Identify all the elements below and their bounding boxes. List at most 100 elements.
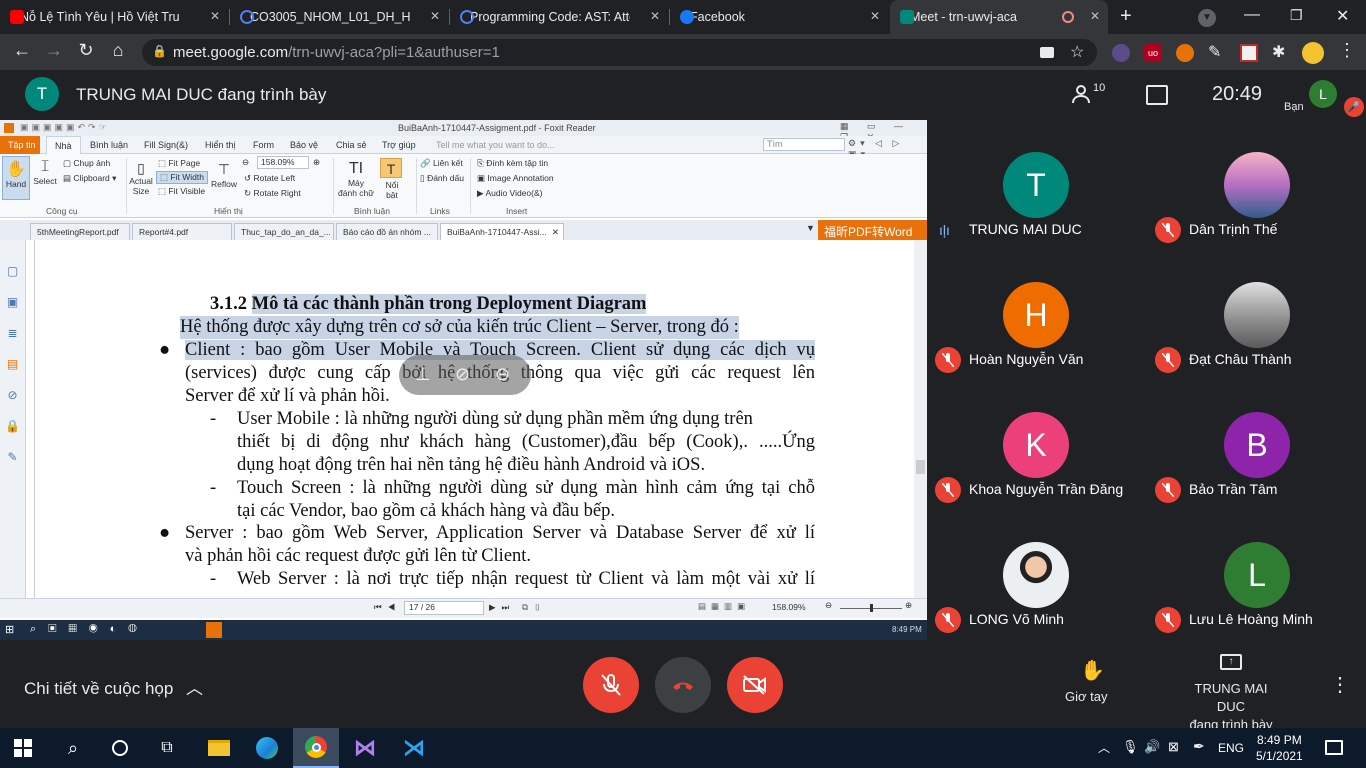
snapshot-button[interactable]: ▢ Chụp ảnh [63,158,110,169]
pdf-page[interactable]: 3.1.2 Mô tả các thành phần trong Deploym… [34,240,912,600]
notifications-icon[interactable] [1325,740,1343,755]
doc-tab[interactable]: Thuc_tap_do_an_da_... [234,223,334,240]
profile-avatar[interactable] [1302,42,1324,64]
doc-tab[interactable]: Báo cáo đồ án nhóm ... [336,223,438,240]
tray-chevron-icon[interactable]: ︿ [1098,739,1110,756]
doc-tab-active[interactable]: BuiBaAnh-1710447-Assi... ✕ [440,223,564,240]
page-thumbnail-icon[interactable]: ▢ [0,256,25,287]
system-clock[interactable]: 8:49 PM 5/1/2021 [1256,732,1303,764]
forward-icon[interactable]: → [42,40,66,61]
close-icon[interactable]: ✕ [430,9,440,23]
promo-pdf-to-word[interactable]: 福昕PDF转Word [818,220,927,240]
extension-icon[interactable] [1112,44,1130,62]
window-close-icon[interactable]: ✕ [1336,6,1349,26]
menu-home[interactable]: Nhà [46,136,81,154]
raise-hand-label[interactable]: Giơ tay [1065,689,1107,704]
menu-view[interactable]: Hiển thị [205,140,236,150]
zoom-input[interactable]: 158.09% [257,156,309,169]
link-button[interactable]: 🔗 Liên kết [420,158,463,169]
camera-toggle-button[interactable] [727,657,783,713]
microphone-tray-icon[interactable]: 🎙 [1122,739,1139,755]
clipboard-button[interactable]: ▤ Clipboard ▾ [63,173,116,184]
reflow-button[interactable]: ⊤ Reflow [210,160,238,190]
zoom-out-icon[interactable]: ⊖ [242,157,254,168]
new-tab-icon[interactable]: + [1120,5,1132,28]
attach-file-button[interactable]: ⎘ Đính kèm tập tin [477,158,548,169]
presenting-button[interactable]: TRUNG MAI DUC đang trình bày [1180,680,1282,734]
mic-toggle-button[interactable] [583,657,639,713]
tabs-dropdown-icon[interactable]: ▼ [806,223,815,233]
self-avatar[interactable]: L [1309,80,1337,108]
back-icon[interactable]: ← [10,40,34,61]
zoom-in-icon[interactable]: ⊕ [905,600,912,611]
menu-kebab-icon[interactable]: ⋮ [1338,40,1356,61]
cortana-icon[interactable] [97,728,143,768]
search-icon[interactable]: ⌕ [50,728,96,768]
actual-size-button[interactable]: ▯ Actual Size [128,160,154,196]
bookmark-button[interactable]: ▯ Đánh dấu [420,173,464,184]
view-mode-icons[interactable]: ⧉▯ [522,602,547,613]
menu-form[interactable]: Form [253,140,274,150]
restore-icon[interactable]: ❐ [1290,7,1303,24]
menu-protect[interactable]: Bảo vệ [290,140,318,150]
page-nav-first-prev[interactable]: ⏮◀ [374,602,401,613]
comments-panel-icon[interactable]: ▤ [0,349,25,380]
signatures-icon[interactable]: ✎ [0,442,25,473]
tab-search-icon[interactable]: ▼ [1198,9,1216,27]
fit-page-button[interactable]: ⬚ Fit Page [158,158,200,169]
scrollbar-thumb[interactable] [916,460,925,474]
layers-icon[interactable]: ≣ [0,318,25,349]
chrome-icon[interactable] [293,728,339,768]
raise-hand-icon[interactable]: ✋ [1080,658,1105,683]
extensions-puzzle-icon[interactable]: ✱ [1272,42,1285,62]
chat-icon[interactable] [1146,85,1168,105]
browser-tab-course[interactable]: CO3005_NHOM_L01_DH_HK202 ✕ [230,0,448,34]
fit-visible-button[interactable]: ⬚ Fit Visible [158,186,205,197]
close-icon[interactable]: ✕ [210,9,220,23]
close-icon[interactable]: ✕ [1090,9,1100,23]
rotate-right-button[interactable]: ↻ Rotate Right [244,188,301,199]
more-options-icon[interactable]: ⋮ [1330,672,1350,697]
security-lock-icon[interactable]: 🔒 [0,411,25,442]
language-indicator[interactable]: ENG [1218,741,1244,755]
rotate-left-button[interactable]: ↺ Rotate Left [244,173,295,184]
meeting-details-button[interactable]: Chi tiết về cuộc họp ︿ [24,674,203,699]
doc-tab[interactable]: Report#4.pdf [132,223,232,240]
audio-video-button[interactable]: ▶ Audio Video(&) [477,188,542,199]
visual-studio-icon[interactable]: ⋈ [342,728,388,768]
zoom-out-icon[interactable]: ⊖ [825,600,832,611]
bookmark-star-icon[interactable]: ☆ [1070,42,1084,62]
pen-extension-icon[interactable]: ✎ [1208,42,1221,62]
layout-icons[interactable]: ▤▦▥▣ [698,601,750,612]
menu-share[interactable]: Chia sẻ [336,140,367,150]
image-annotation-button[interactable]: ▣ Image Annotation [477,173,554,184]
close-icon[interactable]: ✕ [650,9,660,23]
mute-icon[interactable]: ⊘ [455,363,470,386]
close-icon[interactable]: ✕ [870,9,880,23]
hand-tool-button[interactable]: ✋ Hand [2,156,30,200]
zoom-in-icon[interactable]: ⊕ [313,157,320,168]
menu-file[interactable]: Tập tin [0,136,40,154]
pdf-scrollbar[interactable] [914,240,927,600]
minus-icon[interactable]: ⊖ [495,363,510,386]
network-icon[interactable]: ⊠ [1168,739,1179,755]
present-screen-icon[interactable]: ↑ [1220,654,1242,670]
attachments-panel-icon[interactable]: ⊘ [0,380,25,411]
select-tool-button[interactable]: 𝙸 Select [32,156,58,186]
reload-icon[interactable]: ↻ [74,40,98,61]
menu-comment[interactable]: Bình luận [90,140,128,150]
menu-help[interactable]: Trợ giúp [382,140,416,150]
fit-width-button[interactable]: ⬚ Fit Width [156,171,208,184]
volume-icon[interactable]: 🔊 [1144,739,1160,755]
ublock-icon[interactable]: uo [1144,44,1162,62]
task-view-icon[interactable]: ⧉ [144,728,190,768]
tell-me-field[interactable]: Tell me what you want to do... [436,140,555,150]
address-bar[interactable]: 🔒 meet.google.com/trn-uwvj-aca?pli=1&aut… [142,39,1097,66]
browser-tab-facebook[interactable]: Facebook ✕ [670,0,888,34]
page-nav-next-last[interactable]: ▶⏭ [489,602,515,613]
browser-tab-programming[interactable]: Programming Code: AST: Attempt ✕ [450,0,668,34]
extension-icon[interactable] [1176,44,1194,62]
pen-tray-icon[interactable]: ✒ [1193,738,1205,755]
windows-start-button[interactable] [0,728,46,768]
camera-permission-icon[interactable] [1040,47,1054,58]
